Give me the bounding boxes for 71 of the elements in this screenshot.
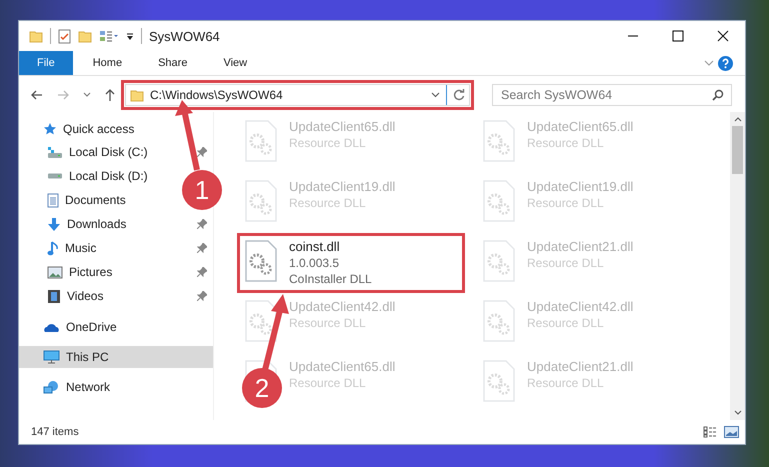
large-icons-view-icon[interactable] (724, 426, 739, 438)
view-options-icon[interactable] (99, 30, 119, 42)
document-icon (47, 192, 59, 208)
file-name: UpdateClient21.dll (527, 239, 634, 254)
music-icon (47, 240, 59, 256)
file-name: UpdateClient65.dll (527, 119, 634, 134)
pin-icon[interactable] (197, 267, 207, 277)
pin-icon[interactable] (197, 291, 207, 301)
expand-ribbon-icon[interactable] (704, 59, 714, 67)
step-number-badge: 2 (242, 368, 282, 408)
customize-caret-icon[interactable] (126, 32, 134, 40)
search-field[interactable]: Search SysWOW64 (492, 84, 732, 106)
star-icon (43, 122, 57, 136)
scrollbar[interactable] (730, 112, 745, 420)
file-name: UpdateClient42.dll (527, 299, 634, 314)
picture-icon (47, 266, 63, 278)
scrollbar-thumb[interactable] (732, 126, 743, 174)
scroll-up-icon[interactable] (734, 116, 742, 122)
dropdown-caret-icon[interactable] (431, 92, 440, 98)
cloud-icon (43, 322, 60, 332)
up-arrow-icon[interactable] (105, 89, 115, 101)
pin-icon[interactable] (197, 243, 207, 253)
file-name: UpdateClient19.dll (289, 179, 396, 194)
nav-item[interactable]: This PC (19, 346, 213, 368)
file-name: coinst.dll (289, 239, 341, 254)
file-name: UpdateClient65.dll (289, 359, 396, 374)
folder-icon (130, 88, 144, 102)
pointer-arrow (175, 100, 200, 171)
file-name: UpdateClient19.dll (527, 179, 634, 194)
scroll-down-icon[interactable] (734, 410, 742, 416)
refresh-icon[interactable] (453, 89, 465, 101)
file-detail: CoInstaller DLL (289, 272, 372, 286)
ribbon-tab[interactable]: View (207, 51, 264, 75)
nav-item[interactable]: Network (19, 376, 213, 398)
file-name: UpdateClient21.dll (527, 359, 634, 374)
back-arrow-icon[interactable] (31, 90, 43, 100)
film-icon (47, 288, 61, 304)
nav-item[interactable]: Quick access (19, 118, 213, 140)
computer-icon (43, 350, 60, 364)
item-count: 147 items (31, 426, 79, 438)
address-path: C:\Windows\SysWOW64 (150, 88, 283, 102)
nav-item[interactable]: OneDrive (19, 316, 213, 338)
search-icon[interactable] (712, 89, 724, 101)
nav-item[interactable]: Documents (19, 188, 138, 212)
nav-item[interactable]: Music (19, 236, 213, 260)
nav-item[interactable]: Pictures (19, 260, 213, 284)
maximize-icon[interactable] (672, 30, 684, 42)
details-view-icon[interactable] (703, 426, 718, 438)
properties-icon[interactable] (58, 28, 71, 44)
close-icon[interactable] (717, 30, 729, 42)
pin-icon[interactable] (197, 219, 207, 229)
pin-icon[interactable] (197, 147, 207, 157)
download-icon (47, 216, 61, 232)
nav-item[interactable]: Local Disk (D:) (19, 164, 160, 188)
step-number-badge: 1 (182, 170, 222, 210)
nav-item[interactable]: Videos (19, 284, 213, 308)
drive-icon (47, 173, 63, 179)
drive-icon (47, 146, 63, 158)
file-item[interactable]: coinst.dll 1.0.003.5 CoInstaller DLL (240, 236, 462, 290)
recent-caret-icon[interactable] (83, 92, 91, 98)
ribbon-tab[interactable]: File (19, 51, 73, 75)
ribbon-tab[interactable]: Share (142, 51, 204, 75)
network-icon (43, 380, 60, 394)
file-detail: 1.0.003.5 (289, 256, 340, 270)
window-title: SysWOW64 (149, 28, 220, 44)
file-name: UpdateClient42.dll (289, 299, 396, 314)
file-name: UpdateClient65.dll (289, 119, 396, 134)
ribbon-tab[interactable]: Home (76, 51, 138, 75)
nav-item[interactable]: Downloads (19, 212, 213, 236)
help-icon[interactable] (718, 56, 733, 70)
nav-item[interactable]: Local Disk (C:) (19, 140, 213, 164)
